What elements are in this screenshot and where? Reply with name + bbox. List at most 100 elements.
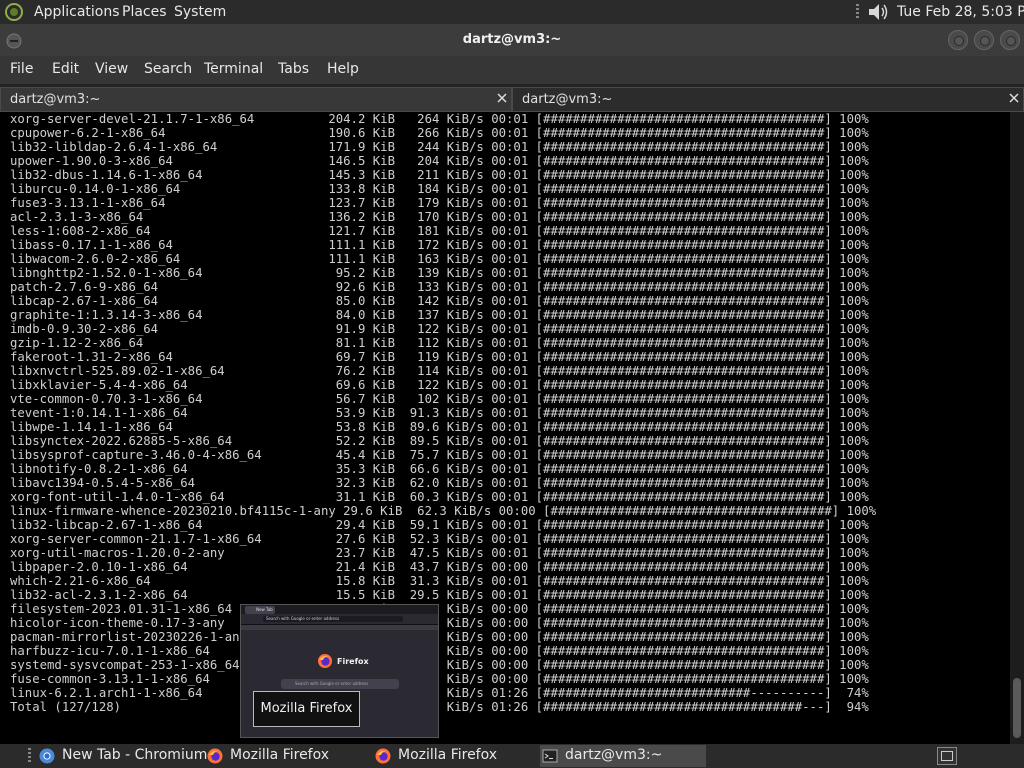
menu-help[interactable]: Help (327, 61, 359, 77)
preview-notification-bar (241, 625, 438, 630)
terminal-line: cpupower-6.2-1-x86_64 190.6 KiB 266 KiB/… (10, 126, 869, 140)
terminal-line: libnotify-0.8.2-1-x86_64 35.3 KiB 66.6 K… (10, 462, 869, 476)
tab-close-icon[interactable] (1008, 92, 1020, 104)
firefox-logo-icon (318, 654, 332, 668)
terminal-line: fuse-common-3.13.1-1-x86_64 3.1 KiB 6.36… (10, 672, 869, 686)
task-terminal[interactable]: dartz@vm3:~ (540, 745, 706, 767)
terminal-line: libwacom-2.6.0-2-x86_64 111.1 KiB 163 Ki… (10, 252, 869, 266)
terminal-icon (542, 749, 558, 763)
task-firefox[interactable]: Mozilla Firefox (205, 745, 365, 767)
applications-logo-icon[interactable] (4, 2, 24, 22)
terminal-line: less-1:608-2-x86_64 121.7 KiB 181 KiB/s … (10, 224, 869, 238)
preview-search-box: Search with Google or enter address (281, 679, 399, 689)
terminal-line: libcap-2.67-1-x86_64 85.0 KiB 142 KiB/s … (10, 294, 869, 308)
terminal-line: lib32-acl-2.3.1-2-x86_64 15.5 KiB 29.5 K… (10, 588, 869, 602)
task-label: New Tab - Chromium (62, 747, 208, 763)
chromium-icon (39, 748, 55, 764)
system-menu[interactable]: System (174, 4, 226, 20)
terminal-line: graphite-1:1.3.14-3-x86_64 84.0 KiB 137 … (10, 308, 869, 322)
firefox-icon (207, 748, 223, 764)
terminal-line: xorg-server-devel-21.1.7-1-x86_64 204.2 … (10, 112, 869, 126)
terminal-line: libnghttp2-1.52.0-1-x86_64 95.2 KiB 139 … (10, 266, 869, 280)
terminal-line: harfbuzz-icu-7.0.1-1-x86_64 9.3 KiB 19.5… (10, 644, 869, 658)
terminal-line: gzip-1.12-2-x86_64 81.1 KiB 112 KiB/s 00… (10, 336, 869, 350)
terminal-line: upower-1.90.0-3-x86_64 146.5 KiB 204 KiB… (10, 154, 869, 168)
tab-close-icon[interactable] (496, 92, 508, 104)
terminal-line: which-2.21-6-x86_64 15.8 KiB 31.3 KiB/s … (10, 574, 869, 588)
firefox-preview-tooltip: Mozilla Firefox (253, 691, 360, 727)
applications-menu[interactable]: Applications (34, 4, 120, 20)
preview-tab: New Tab (245, 606, 275, 614)
minimize-button[interactable] (948, 30, 968, 50)
terminal-line: linux-firmware-whence-20230210.bf4115c-1… (10, 504, 877, 518)
clock[interactable]: Tue Feb 28, 5:03 PM (897, 4, 1024, 20)
terminal-line: lib32-libcap-2.67-1-x86_64 29.4 KiB 59.1… (10, 518, 869, 532)
terminal-line: fuse3-3.13.1-1-x86_64 123.7 KiB 179 KiB/… (10, 196, 869, 210)
terminal-line: linux-6.2.1.arch1-1-x86_64 125.3 MiB 527… (10, 686, 869, 700)
terminal-line: libpaper-2.0.10-1-x86_64 21.4 KiB 43.7 K… (10, 560, 869, 574)
terminal-line: libass-0.17.1-1-x86_64 111.1 KiB 172 KiB… (10, 238, 869, 252)
close-button[interactable] (1000, 30, 1020, 50)
places-menu[interactable]: Places (122, 4, 167, 20)
task-label: dartz@vm3:~ (565, 747, 663, 763)
volume-icon[interactable] (866, 2, 890, 22)
preview-url-bar: Search with Google or enter address (263, 616, 403, 622)
terminal-line: libsynctex-2022.62885-5-x86_64 52.2 KiB … (10, 434, 869, 448)
terminal-line: pacman-mirrorlist-20230226-1-any 9.8 KiB… (10, 630, 869, 644)
tab-label: dartz@vm3:~ (522, 92, 613, 107)
panel-drag-handle[interactable] (856, 4, 859, 20)
task-chromium[interactable]: New Tab - Chromium (37, 745, 207, 767)
menu-view[interactable]: View (95, 61, 128, 77)
terminal-line: Total (127/128) 598.6 MiB 527 KiB/s 01:2… (10, 700, 869, 714)
preview-tab-label: New Tab (256, 607, 273, 612)
taskbar: New Tab - Chromium Mozilla Firefox Mozil… (0, 744, 1024, 768)
terminal-line: lib32-libldap-2.6.4-1-x86_64 171.9 KiB 2… (10, 140, 869, 154)
preview-brand-text: Firefox (337, 657, 369, 666)
terminal-line: xorg-server-common-21.1.7-1-x86_64 27.6 … (10, 532, 869, 546)
tab-terminal-2[interactable]: dartz@vm3:~ (512, 87, 1024, 112)
top-panel: Applications Places System Tue Feb 28, 5… (0, 0, 1024, 24)
terminal-line: liburcu-0.14.0-1-x86_64 133.8 KiB 184 Ki… (10, 182, 869, 196)
terminal-line: acl-2.3.1-3-x86_64 136.2 KiB 170 KiB/s 0… (10, 210, 869, 224)
terminal-scrollbar[interactable] (1010, 112, 1024, 744)
menu-search[interactable]: Search (144, 61, 192, 77)
tab-bar: dartz@vm3:~ dartz@vm3:~ (0, 84, 1024, 112)
task-firefox[interactable]: Mozilla Firefox (373, 745, 533, 767)
menubar: File Edit View Search Terminal Tabs Help (0, 56, 1024, 84)
terminal-line: hicolor-icon-theme-0.17-3-any 12.1 KiB 2… (10, 616, 869, 630)
terminal-line: fakeroot-1.31-2-x86_64 69.7 KiB 119 KiB/… (10, 350, 869, 364)
window-titlebar[interactable]: dartz@vm3:~ (0, 24, 1024, 56)
terminal-line: xorg-font-util-1.4.0-1-x86_64 31.1 KiB 6… (10, 490, 869, 504)
show-desktop-button[interactable] (937, 747, 957, 765)
menu-edit[interactable]: Edit (52, 61, 79, 77)
terminal-line: xorg-util-macros-1.20.0-2-any 23.7 KiB 4… (10, 546, 869, 560)
terminal-line: filesystem-2023.01.31-1-x86_64 15.2 KiB … (10, 602, 869, 616)
task-label: Mozilla Firefox (230, 747, 330, 763)
terminal-line: libxnvctrl-525.89.02-1-x86_64 76.2 KiB 1… (10, 364, 869, 378)
terminal-line: tevent-1:0.14.1-1-x86_64 53.9 KiB 91.3 K… (10, 406, 869, 420)
preview-navbar: Search with Google or enter address (241, 614, 438, 625)
preview-tab-strip: New Tab (241, 605, 438, 614)
terminal-line: lib32-dbus-1.14.6-1-x86_64 145.3 KiB 211… (10, 168, 869, 182)
scrollbar-thumb[interactable] (1013, 678, 1021, 738)
task-label: Mozilla Firefox (398, 747, 498, 763)
menu-tabs[interactable]: Tabs (278, 61, 309, 77)
terminal-line: imdb-0.9.30-2-x86_64 91.9 KiB 122 KiB/s … (10, 322, 869, 336)
terminal-line: libavc1394-0.5.4-5-x86_64 32.3 KiB 62.0 … (10, 476, 869, 490)
preview-search-text: Search with Google or enter address (295, 681, 369, 686)
tab-terminal-1[interactable]: dartz@vm3:~ (0, 87, 512, 112)
menu-file[interactable]: File (10, 61, 33, 77)
terminal-output[interactable]: xorg-server-devel-21.1.7-1-x86_64 204.2 … (0, 112, 1010, 744)
terminal-line: libsysprof-capture-3.46.0-4-x86_64 45.4 … (10, 448, 869, 462)
tab-label: dartz@vm3:~ (10, 92, 101, 107)
terminal-line: libxklavier-5.4-4-x86_64 69.6 KiB 122 Ki… (10, 378, 869, 392)
terminal-line: libwpe-1.14.1-1-x86_64 53.8 KiB 89.6 KiB… (10, 420, 869, 434)
terminal-line: patch-2.7.6-9-x86_64 92.6 KiB 133 KiB/s … (10, 280, 869, 294)
terminal-line: vte-common-0.70.3-1-x86_64 56.7 KiB 102 … (10, 392, 869, 406)
maximize-button[interactable] (974, 30, 994, 50)
window-title: dartz@vm3:~ (462, 32, 562, 47)
menu-terminal[interactable]: Terminal (204, 61, 263, 77)
firefox-icon (375, 748, 391, 764)
taskbar-drag-handle[interactable] (28, 748, 31, 764)
terminal-line: systemd-sysvcompat-253-1-x86_64 7.3 KiB … (10, 658, 869, 672)
